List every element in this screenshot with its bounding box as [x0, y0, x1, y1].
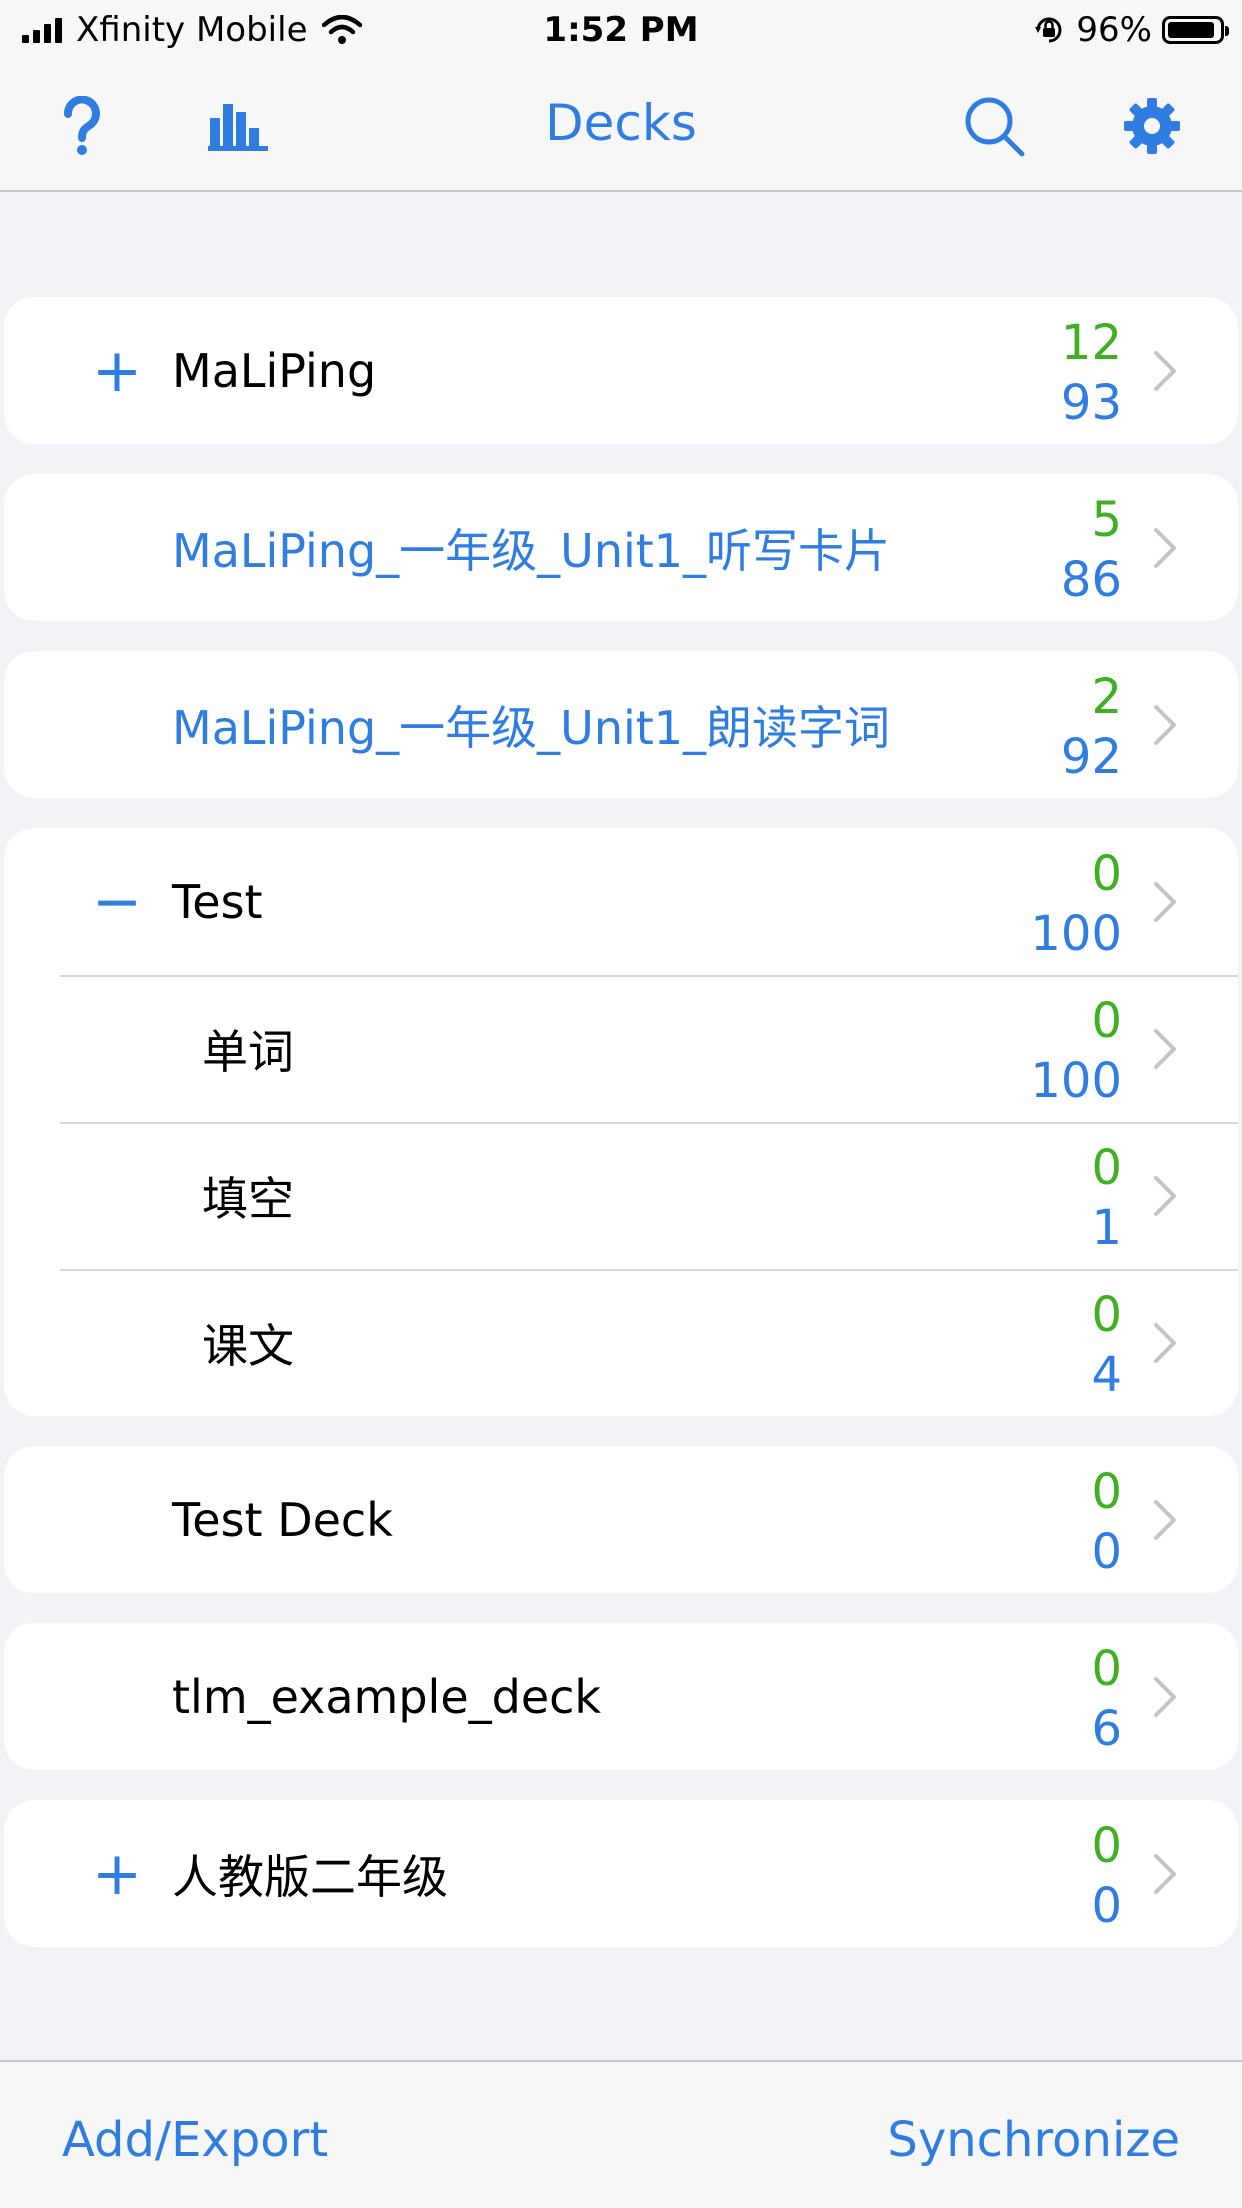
collapse-toggle[interactable]: − [92, 828, 142, 975]
settings-icon[interactable] [1120, 94, 1184, 158]
deck-counts: 0 6 [1091, 1639, 1122, 1759]
due-count: 0 [1091, 1818, 1122, 1874]
deck-row-malping[interactable]: + MaLiPing 12 93 [4, 297, 1238, 444]
deck-name: tlm_example_deck [172, 1669, 602, 1724]
deck-counts: 0 100 [1030, 991, 1122, 1111]
battery-percent: 96% [1076, 10, 1152, 50]
subdeck-row-text[interactable]: 课文 0 4 [4, 1269, 1238, 1416]
deck-counts: 0 1 [1091, 1138, 1122, 1258]
subdeck-row-words[interactable]: 单词 0 100 [4, 975, 1238, 1122]
chevron-right-icon [1154, 1677, 1176, 1717]
status-bar: Xfinity Mobile 1:52 PM 96% [0, 0, 1242, 64]
expand-toggle[interactable]: + [92, 297, 142, 444]
due-count: 0 [1091, 1287, 1122, 1343]
total-count: 100 [1030, 906, 1122, 962]
page-title: Decks [545, 94, 697, 152]
due-count: 5 [1091, 492, 1122, 548]
due-count: 12 [1060, 315, 1122, 371]
deck-name: MaLiPing [172, 343, 377, 398]
deck-group: Test Deck 0 0 [4, 1446, 1238, 1593]
deck-row-unit1-reading[interactable]: MaLiPing_一年级_Unit1_朗读字词 2 92 [4, 651, 1238, 798]
total-count: 4 [1091, 1347, 1122, 1403]
battery-icon [1162, 16, 1229, 44]
deck-group: + MaLiPing 12 93 [4, 297, 1238, 444]
deck-group: MaLiPing_一年级_Unit1_朗读字词 2 92 [4, 651, 1238, 798]
orientation-lock-icon [1035, 17, 1062, 43]
total-count: 100 [1030, 1053, 1122, 1109]
synchronize-button[interactable]: Synchronize [887, 2112, 1180, 2168]
deck-row-test[interactable]: − Test 0 100 [4, 828, 1238, 975]
deck-counts: 0 4 [1091, 1285, 1122, 1405]
deck-group: tlm_example_deck 0 6 [4, 1623, 1238, 1770]
deck-counts: 0 100 [1030, 844, 1122, 964]
deck-row-test-deck[interactable]: Test Deck 0 0 [4, 1446, 1238, 1593]
chevron-right-icon [1154, 351, 1176, 391]
expand-toggle[interactable]: + [92, 1800, 142, 1947]
deck-row-pep-grade2[interactable]: + 人教版二年级 0 0 [4, 1800, 1238, 1947]
due-count: 0 [1091, 846, 1122, 902]
total-count: 6 [1091, 1701, 1122, 1757]
deck-name: 单词 [202, 1024, 294, 1079]
total-count: 92 [1060, 729, 1122, 785]
chevron-right-icon [1154, 1176, 1176, 1216]
nav-bar: Decks [0, 64, 1242, 192]
deck-name: 人教版二年级 [172, 1849, 448, 1904]
search-icon[interactable] [962, 94, 1026, 158]
due-count: 0 [1091, 1464, 1122, 1520]
chevron-right-icon [1154, 1323, 1176, 1363]
add-export-button[interactable]: Add/Export [62, 2112, 328, 2168]
due-count: 0 [1091, 1641, 1122, 1697]
bottom-toolbar: Add/Export Synchronize [0, 2060, 1242, 2208]
status-right: 96% [1032, 10, 1229, 50]
total-count: 1 [1091, 1200, 1122, 1256]
total-count: 0 [1091, 1878, 1122, 1934]
deck-group: MaLiPing_一年级_Unit1_听写卡片 5 86 [4, 474, 1238, 621]
chevron-right-icon [1154, 1500, 1176, 1540]
due-count: 0 [1091, 1140, 1122, 1196]
deck-group: + 人教版二年级 0 0 [4, 1800, 1238, 1947]
deck-name: 课文 [202, 1318, 294, 1373]
subdeck-row-fill-in[interactable]: 填空 0 1 [4, 1122, 1238, 1269]
deck-name: Test Deck [172, 1492, 393, 1547]
deck-name: MaLiPing_一年级_Unit1_朗读字词 [172, 700, 891, 755]
chevron-right-icon [1154, 1029, 1176, 1069]
deck-counts: 0 0 [1091, 1462, 1122, 1582]
total-count: 86 [1060, 552, 1122, 608]
deck-group-test: − Test 0 100 单词 0 100 填空 0 1 课文 0 4 [4, 828, 1238, 1416]
chevron-right-icon [1154, 882, 1176, 922]
deck-counts: 5 86 [1061, 490, 1122, 610]
due-count: 0 [1091, 993, 1122, 1049]
deck-name: Test [172, 874, 263, 929]
deck-row-tlm-example[interactable]: tlm_example_deck 0 6 [4, 1623, 1238, 1770]
deck-name: 填空 [202, 1171, 294, 1226]
chevron-right-icon [1154, 705, 1176, 745]
deck-counts: 12 93 [1061, 313, 1122, 433]
deck-counts: 2 92 [1061, 667, 1122, 787]
due-count: 2 [1091, 669, 1122, 725]
deck-name: MaLiPing_一年级_Unit1_听写卡片 [172, 523, 891, 578]
chevron-right-icon [1154, 1854, 1176, 1894]
total-count: 0 [1091, 1524, 1122, 1580]
deck-counts: 0 0 [1091, 1816, 1122, 1936]
total-count: 93 [1060, 375, 1122, 431]
deck-row-unit1-dictation[interactable]: MaLiPing_一年级_Unit1_听写卡片 5 86 [4, 474, 1238, 621]
chevron-right-icon [1154, 528, 1176, 568]
